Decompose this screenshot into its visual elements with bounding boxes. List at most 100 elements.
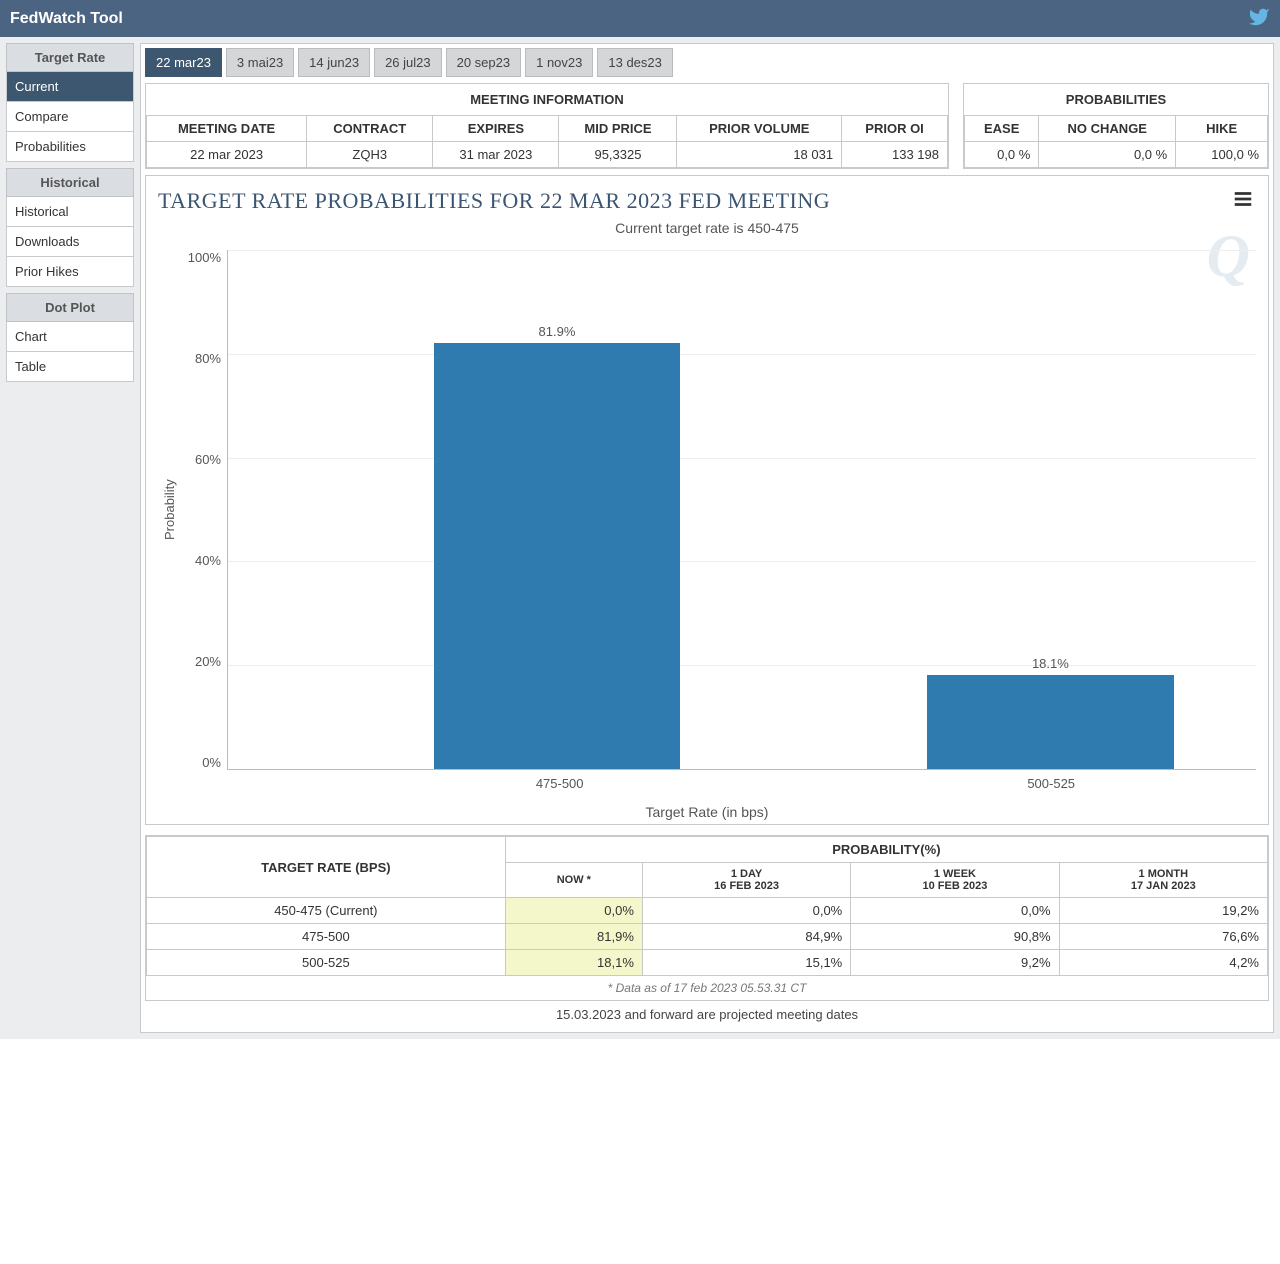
col-ease: EASE — [965, 116, 1039, 142]
ytick: 60% — [181, 452, 221, 467]
table-row: 22 mar 2023 ZQH3 31 mar 2023 95,3325 18 … — [147, 142, 948, 168]
cell-no-change: 0,0 % — [1039, 142, 1176, 168]
ytick: 0% — [181, 755, 221, 770]
cell-probability: 4,2% — [1059, 950, 1267, 976]
hamburger-icon — [1232, 198, 1254, 213]
data-footnote: * Data as of 17 feb 2023 05.53.31 CT — [146, 976, 1268, 1000]
cell-contract: ZQH3 — [307, 142, 433, 168]
cell-target-rate: 500-525 — [147, 950, 506, 976]
cell-target-rate: 450-475 (Current) — [147, 898, 506, 924]
twitter-icon[interactable] — [1248, 6, 1270, 31]
cell-hike: 100,0 % — [1176, 142, 1268, 168]
tab-26jul23[interactable]: 26 jul23 — [374, 48, 442, 77]
col-meeting-date: MEETING DATE — [147, 116, 307, 142]
bar-rect — [927, 675, 1174, 769]
meeting-info-title: MEETING INFORMATION — [146, 84, 948, 115]
tab-22mar23[interactable]: 22 mar23 — [145, 48, 222, 77]
col-period: NOW * — [505, 863, 642, 898]
sidebar-item-chart[interactable]: Chart — [6, 322, 134, 352]
probabilities-table: EASE NO CHANGE HIKE 0,0 % 0,0 % 100,0 % — [964, 115, 1268, 168]
projection-note: 15.03.2023 and forward are projected mee… — [145, 1001, 1269, 1028]
sidebar-item-downloads[interactable]: Downloads — [6, 227, 134, 257]
sidebar-item-table[interactable]: Table — [6, 352, 134, 382]
sidebar-item-current[interactable]: Current — [6, 72, 134, 102]
sidebar-item-historical[interactable]: Historical — [6, 197, 134, 227]
plot-area: 81.9% 18.1% — [227, 250, 1256, 770]
cell-probability: 0,0% — [505, 898, 642, 924]
sidebar-item-prior-hikes[interactable]: Prior Hikes — [6, 257, 134, 287]
ytick: 80% — [181, 351, 221, 366]
tab-20sep23[interactable]: 20 sep23 — [446, 48, 522, 77]
table-row: 500-52518,1%15,1%9,2%4,2% — [147, 950, 1268, 976]
probability-history-table: TARGET RATE (BPS) PROBABILITY(%) NOW *1 … — [145, 835, 1269, 1001]
sidebar: Target Rate Current Compare Probabilitie… — [6, 43, 134, 1033]
table-row: 0,0 % 0,0 % 100,0 % — [965, 142, 1268, 168]
cell-probability: 19,2% — [1059, 898, 1267, 924]
cell-probability: 15,1% — [642, 950, 850, 976]
col-period: 1 DAY16 FEB 2023 — [642, 863, 850, 898]
sidebar-group-dot-plot: Dot Plot — [6, 293, 134, 322]
ytick: 100% — [181, 250, 221, 265]
sidebar-item-compare[interactable]: Compare — [6, 102, 134, 132]
chart-panel: TARGET RATE PROBABILITIES FOR 22 MAR 202… — [145, 175, 1269, 825]
xaxis-tick: 475-500 — [437, 776, 683, 791]
probabilities-title: PROBABILITIES — [964, 84, 1268, 115]
col-hike: HIKE — [1176, 116, 1268, 142]
meeting-information-box: MEETING INFORMATION MEETING DATE CONTRAC… — [145, 83, 949, 169]
xaxis-tick: 500-525 — [928, 776, 1174, 791]
sidebar-item-probabilities[interactable]: Probabilities — [6, 132, 134, 162]
tab-3mai23[interactable]: 3 mai23 — [226, 48, 294, 77]
app-title: FedWatch Tool — [10, 10, 123, 28]
yaxis-label: Probability — [158, 250, 181, 770]
cell-probability: 84,9% — [642, 924, 850, 950]
ytick: 20% — [181, 654, 221, 669]
cell-probability: 0,0% — [851, 898, 1059, 924]
xaxis-ticks: 475-500 500-525 — [232, 776, 1256, 796]
ytick: 40% — [181, 553, 221, 568]
app-header: FedWatch Tool — [0, 0, 1280, 37]
col-contract: CONTRACT — [307, 116, 433, 142]
meeting-tabs: 22 mar23 3 mai23 14 jun23 26 jul23 20 se… — [145, 48, 1269, 77]
cell-target-rate: 475-500 — [147, 924, 506, 950]
sidebar-group-target-rate: Target Rate — [6, 43, 134, 72]
col-no-change: NO CHANGE — [1039, 116, 1176, 142]
col-probability: PROBABILITY(%) — [505, 837, 1267, 863]
sidebar-group-historical: Historical — [6, 168, 134, 197]
bar: 18.1% — [927, 656, 1174, 769]
yaxis-ticks: 100% 80% 60% 40% 20% 0% — [181, 250, 227, 770]
col-prior-volume: PRIOR VOLUME — [677, 116, 842, 142]
meeting-info-table: MEETING DATE CONTRACT EXPIRES MID PRICE … — [146, 115, 948, 168]
cell-probability: 0,0% — [642, 898, 850, 924]
col-mid-price: MID PRICE — [559, 116, 677, 142]
tab-1nov23[interactable]: 1 nov23 — [525, 48, 593, 77]
bar-rect — [434, 343, 681, 769]
bar: 81.9% — [434, 324, 681, 769]
cell-probability: 81,9% — [505, 924, 642, 950]
col-prior-oi: PRIOR OI — [842, 116, 948, 142]
table-row: 475-50081,9%84,9%90,8%76,6% — [147, 924, 1268, 950]
chart-menu-button[interactable] — [1232, 188, 1254, 213]
cell-prior-volume: 18 031 — [677, 142, 842, 168]
cell-meeting-date: 22 mar 2023 — [147, 142, 307, 168]
bar-value-label: 81.9% — [539, 324, 576, 339]
cell-probability: 18,1% — [505, 950, 642, 976]
cell-probability: 76,6% — [1059, 924, 1267, 950]
cell-mid-price: 95,3325 — [559, 142, 677, 168]
chart-title: TARGET RATE PROBABILITIES FOR 22 MAR 202… — [158, 188, 1256, 214]
col-target-rate: TARGET RATE (BPS) — [147, 837, 506, 898]
bar-value-label: 18.1% — [1032, 656, 1069, 671]
cell-probability: 9,2% — [851, 950, 1059, 976]
cell-prior-oi: 133 198 — [842, 142, 948, 168]
tab-13des23[interactable]: 13 des23 — [597, 48, 673, 77]
probabilities-box: PROBABILITIES EASE NO CHANGE HIKE 0,0 % … — [963, 83, 1269, 169]
cell-expires: 31 mar 2023 — [433, 142, 559, 168]
main-content: 22 mar23 3 mai23 14 jun23 26 jul23 20 se… — [140, 43, 1274, 1033]
col-expires: EXPIRES — [433, 116, 559, 142]
xaxis-label: Target Rate (in bps) — [158, 804, 1256, 820]
cell-probability: 90,8% — [851, 924, 1059, 950]
col-period: 1 MONTH17 JAN 2023 — [1059, 863, 1267, 898]
tab-14jun23[interactable]: 14 jun23 — [298, 48, 370, 77]
col-period: 1 WEEK10 FEB 2023 — [851, 863, 1059, 898]
chart-subtitle: Current target rate is 450-475 — [158, 220, 1256, 236]
cell-ease: 0,0 % — [965, 142, 1039, 168]
